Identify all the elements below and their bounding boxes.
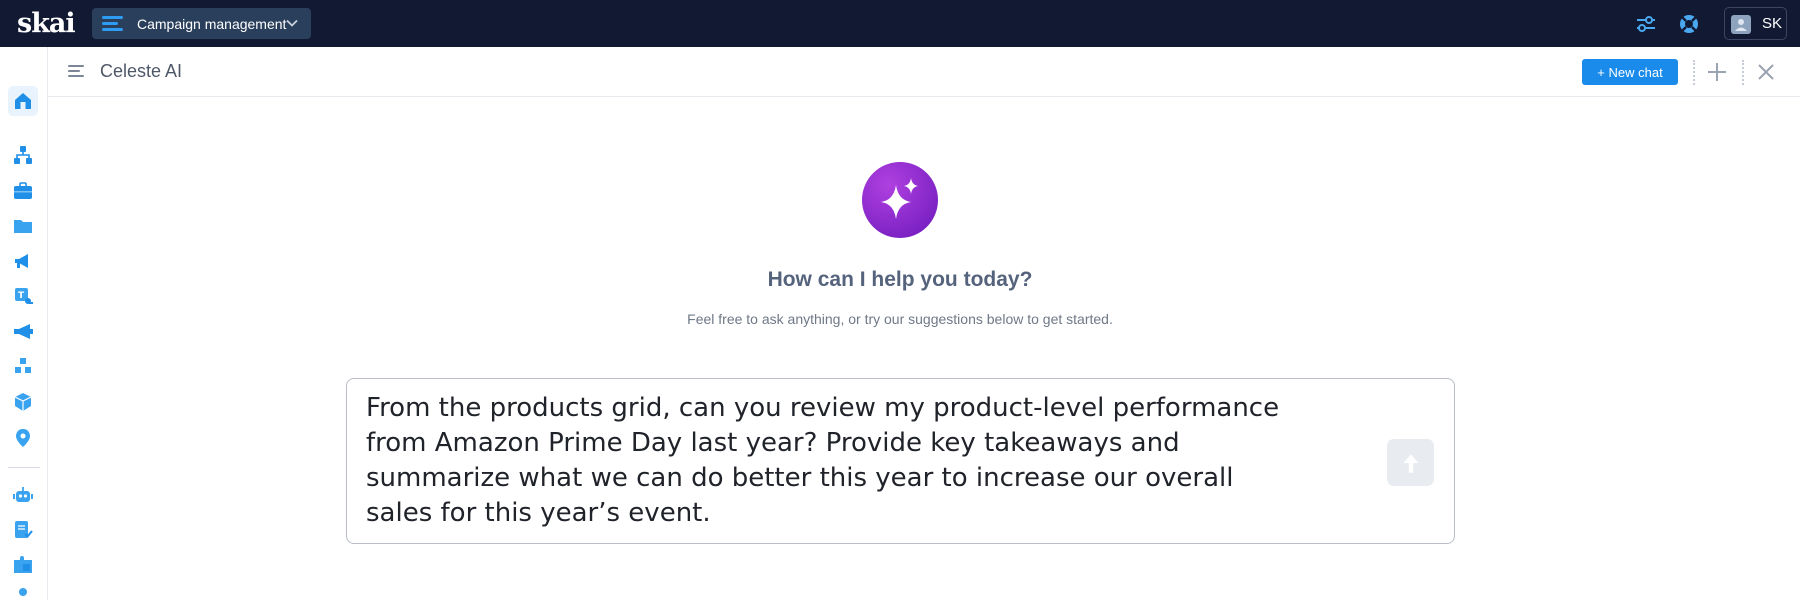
tag-key-icon: T (15, 288, 33, 304)
skai-logo[interactable]: skai (17, 8, 76, 39)
prompt-input[interactable]: From the products grid, can you review m… (366, 391, 1366, 531)
hamburger-lines-icon (102, 16, 123, 32)
product-switcher[interactable]: Campaign management (92, 8, 311, 39)
puzzle-icon (14, 556, 32, 573)
page-title: Celeste AI (100, 61, 183, 81)
welcome-headline: How can I help you today? (767, 268, 1033, 291)
home-icon (15, 93, 31, 109)
nav-ads[interactable] (8, 317, 38, 347)
welcome-subline: Feel free to ask anything, or try our su… (687, 311, 1113, 327)
nav-briefcase[interactable] (8, 176, 38, 206)
minimize-icon[interactable] (1705, 60, 1729, 84)
hierarchy-icon (14, 146, 32, 164)
location-pin-icon (16, 429, 30, 447)
cube-icon (14, 393, 32, 411)
nav-folder[interactable] (8, 211, 38, 241)
panel-header: Celeste AI + New chat (48, 47, 1800, 97)
new-chat-button[interactable]: + New chat (1582, 59, 1678, 85)
nav-integrations[interactable] (8, 550, 38, 580)
nav-divider (8, 467, 40, 468)
cubes-icon (15, 358, 31, 373)
nav-tags[interactable]: T (8, 281, 38, 311)
sliders-icon[interactable] (1634, 12, 1658, 36)
nav-home[interactable] (8, 86, 38, 116)
chevron-down-icon (286, 19, 298, 27)
arrow-up-icon (1402, 453, 1419, 473)
user-menu-button[interactable]: SK (1724, 7, 1787, 40)
header-divider (1693, 60, 1695, 85)
ai-sparkle-badge (862, 162, 938, 238)
nav-tasks[interactable] (8, 514, 38, 544)
person-icon (19, 588, 27, 596)
sparkles-icon (881, 178, 918, 219)
svg-text:T: T (18, 291, 25, 301)
nav-ai-agent[interactable] (8, 480, 38, 510)
menu-icon[interactable] (68, 63, 86, 81)
nav-cubes[interactable] (8, 352, 38, 382)
product-switcher-label: Campaign management (137, 16, 287, 32)
header-divider (1742, 60, 1744, 85)
user-initials: SK (1762, 15, 1783, 32)
lifebuoy-icon[interactable] (1677, 12, 1701, 36)
nav-users[interactable] (8, 582, 38, 600)
close-icon[interactable] (1754, 60, 1778, 84)
send-button[interactable] (1387, 439, 1434, 486)
briefcase-icon (14, 182, 32, 199)
bullhorn-icon (14, 324, 33, 339)
nav-hierarchy[interactable] (8, 140, 38, 170)
nav-products[interactable] (8, 387, 38, 417)
robot-icon (13, 487, 33, 502)
avatar (1731, 15, 1751, 34)
nav-location[interactable] (8, 423, 38, 453)
megaphone-icon (15, 254, 28, 268)
prompt-input-box[interactable]: From the products grid, can you review m… (346, 378, 1455, 544)
folder-icon (14, 220, 32, 233)
left-nav: T (0, 47, 48, 600)
top-bar: skai Campaign management SK (0, 0, 1800, 47)
nav-campaigns[interactable] (8, 246, 38, 276)
clipboard-check-icon (15, 521, 33, 538)
